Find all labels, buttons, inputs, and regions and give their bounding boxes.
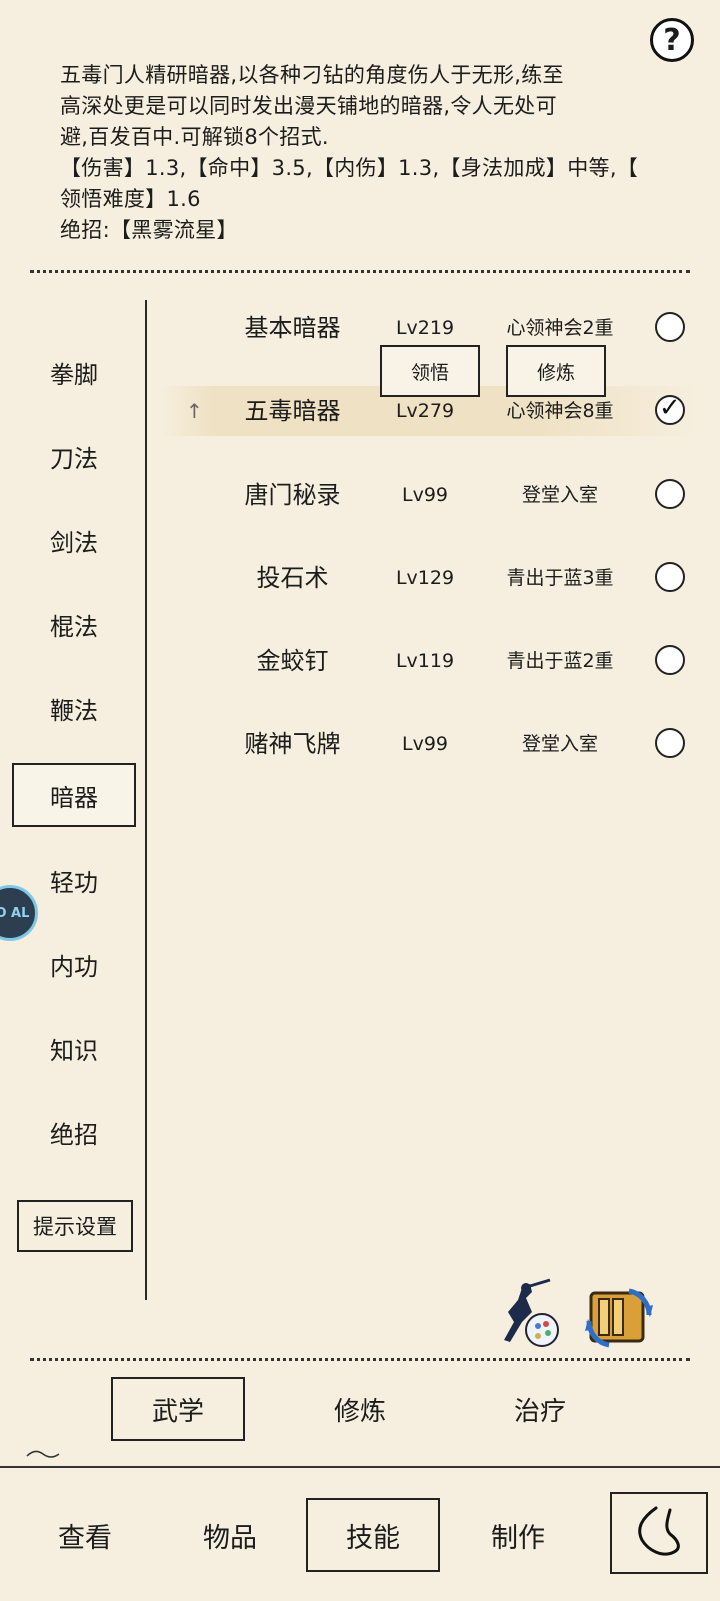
help-button[interactable]: ? (650, 18, 694, 62)
skill-stage: 青出于蓝2重 (506, 650, 614, 672)
desc-stats: 领悟难度】1.6 (60, 187, 201, 211)
skill-level: Lv129 (395, 567, 455, 589)
desc-line: 高深处更是可以同时发出漫天铺地的暗器,令人无处可 (60, 94, 557, 118)
skill-name: 唐门秘录 (244, 481, 341, 509)
category-knowledge[interactable]: 知识 (12, 1016, 136, 1080)
hint-settings-button[interactable]: 提示设置 (17, 1200, 133, 1252)
category-blade[interactable]: 刀法 (12, 424, 136, 488)
divider (145, 300, 147, 1300)
skill-row[interactable]: 投石术 Lv129 青出于蓝3重 (160, 553, 700, 603)
category-sword[interactable]: 剑法 (12, 508, 136, 572)
category-whip[interactable]: 鞭法 (12, 676, 136, 740)
divider (0, 1466, 720, 1468)
upgrade-arrow-icon: ↑ (186, 399, 203, 423)
swap-scroll-icon[interactable] (583, 1285, 655, 1349)
skill-name: 投石术 (256, 564, 329, 592)
skill-radio[interactable] (655, 312, 685, 342)
skill-radio[interactable] (655, 728, 685, 758)
skill-level: Lv119 (395, 650, 455, 672)
decorative-squiggle-icon (26, 1450, 60, 1458)
skill-description: 五毒门人精研暗器,以各种刁钻的角度伤人于无形,练至 高深处更是可以同时发出漫天铺… (60, 60, 660, 246)
nav-items[interactable]: 物品 (163, 1498, 297, 1572)
tab-cultivate[interactable]: 修炼 (293, 1377, 427, 1441)
skill-radio-checked[interactable]: ✓ (655, 393, 685, 425)
desc-line: 避,百发百中.可解锁8个招式. (60, 125, 329, 149)
nav-skills[interactable]: 技能 (306, 1498, 440, 1572)
nav-view[interactable]: 查看 (18, 1498, 152, 1572)
desc-stats: 【伤害】1.3,【命中】3.5,【内伤】1.3,【身法加成】中等,【 (60, 156, 639, 180)
category-ultimate[interactable]: 绝招 (12, 1100, 136, 1164)
tab-martial-arts[interactable]: 武学 (111, 1377, 245, 1441)
desc-line: 五毒门人精研暗器,以各种刁钻的角度伤人于无形,练至 (60, 63, 564, 87)
skill-name: 赌神飞牌 (244, 730, 341, 758)
category-fist[interactable]: 拳脚 (12, 340, 136, 404)
comprehend-button[interactable]: 领悟 (380, 345, 480, 397)
martial-artist-icon[interactable] (492, 1278, 562, 1350)
category-inner-power[interactable]: 内功 (12, 932, 136, 996)
category-staff[interactable]: 棍法 (12, 592, 136, 656)
back-arrow-icon (638, 1506, 680, 1556)
back-button[interactable] (610, 1492, 708, 1574)
skill-name: 金蛟钉 (256, 647, 329, 675)
skill-level: Lv99 (401, 733, 448, 755)
skill-radio[interactable] (655, 479, 685, 509)
desc-ultimate: 绝招:【黑雾流星】 (60, 218, 238, 242)
nav-craft[interactable]: 制作 (451, 1498, 585, 1572)
skill-radio[interactable] (655, 562, 685, 592)
practice-button[interactable]: 修炼 (506, 345, 606, 397)
skill-stage: 青出于蓝3重 (506, 567, 614, 589)
tab-heal[interactable]: 治疗 (473, 1377, 607, 1441)
skill-name: 基本暗器 (244, 314, 341, 342)
category-hidden-weapon[interactable]: 暗器 (12, 763, 136, 827)
skill-row[interactable]: 唐门秘录 Lv99 登堂入室 (160, 470, 700, 520)
checkmark-icon: ✓ (659, 393, 681, 423)
skill-name: 五毒暗器 (244, 397, 341, 425)
skill-stage: 登堂入室 (521, 733, 598, 755)
divider (30, 270, 690, 273)
skill-level: Lv99 (401, 484, 448, 506)
skill-row[interactable]: 金蛟钉 Lv119 青出于蓝2重 (160, 636, 700, 686)
skill-row[interactable]: 赌神飞牌 Lv99 登堂入室 (160, 719, 700, 769)
skill-stage: 登堂入室 (521, 484, 598, 506)
divider (30, 1358, 690, 1361)
skill-radio[interactable] (655, 645, 685, 675)
